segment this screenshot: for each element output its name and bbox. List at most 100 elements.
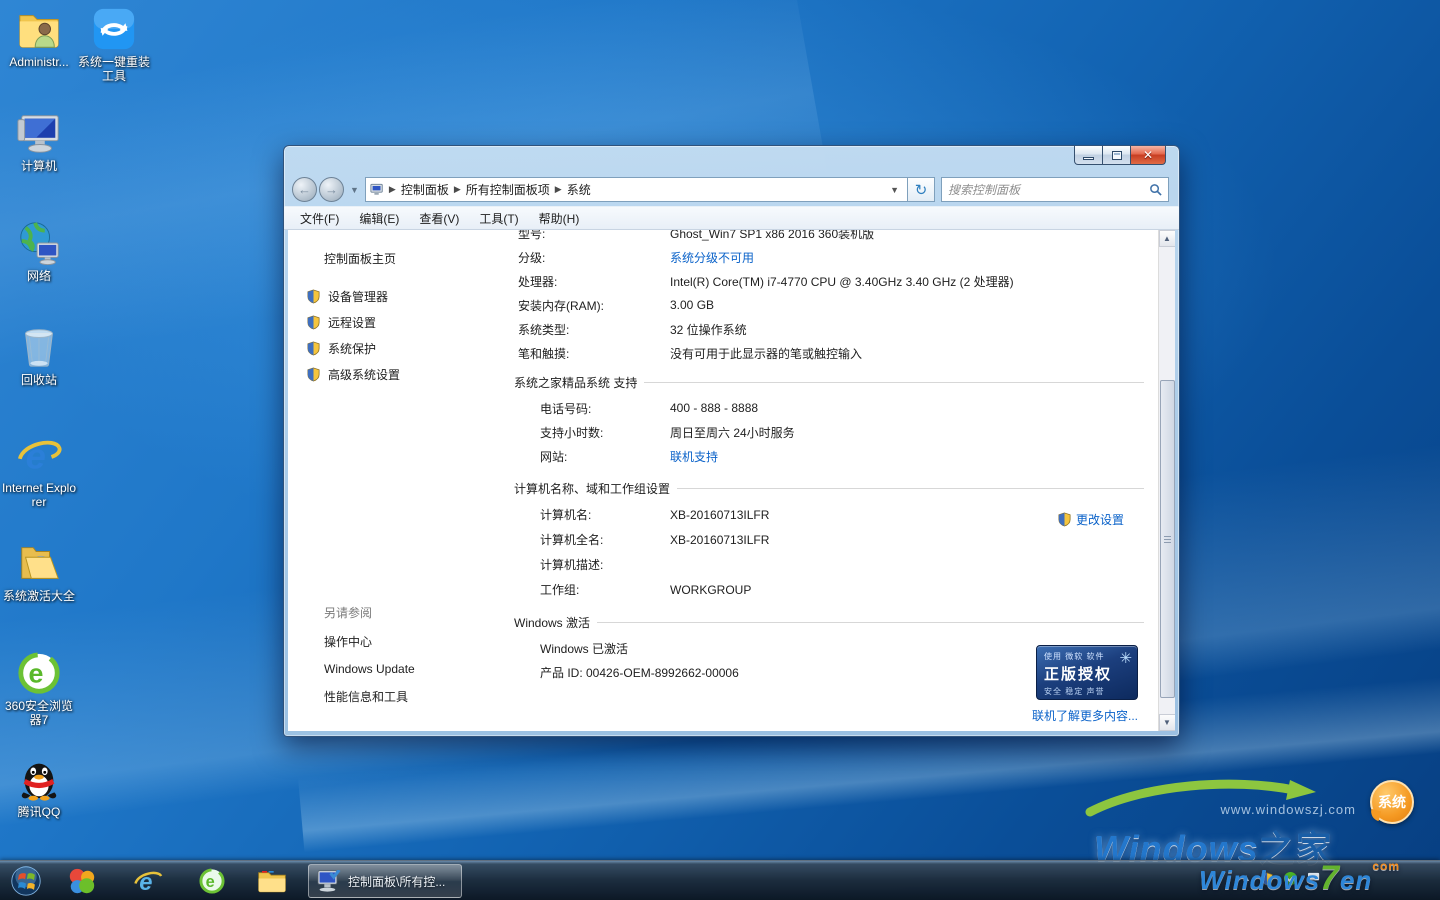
system-info-panel: 型号: Ghost_Win7 SP1 x86 2016 360装机版 分级: 系… xyxy=(494,230,1158,731)
menu-file[interactable]: 文件(F) xyxy=(300,210,339,227)
menu-help[interactable]: 帮助(H) xyxy=(539,210,580,227)
watermark-swoosh xyxy=(1084,776,1334,818)
refresh-button[interactable]: ↻ xyxy=(908,177,935,202)
minimize-button[interactable] xyxy=(1074,146,1103,165)
recycle-bin-icon xyxy=(16,324,62,370)
support-row-website: 网站: 联机支持 xyxy=(518,444,1158,468)
menu-edit[interactable]: 编辑(E) xyxy=(359,210,399,227)
taskbar-360-manager-button[interactable] xyxy=(62,864,102,898)
see-also-header: 另请参阅 xyxy=(324,604,494,621)
change-settings-link[interactable]: 更改设置 xyxy=(1057,511,1124,528)
computer-icon xyxy=(16,110,62,156)
taskbar-360-browser-button[interactable]: e xyxy=(192,864,232,898)
desktop-icon-computer[interactable]: 计算机 xyxy=(0,110,78,173)
breadcrumb-all-items[interactable]: 所有控制面板项 xyxy=(466,181,550,198)
user-folder-icon xyxy=(16,6,62,52)
desktop-icon-internet-explorer[interactable]: e Internet Explorer xyxy=(0,432,78,509)
scroll-down-icon[interactable]: ▼ xyxy=(1159,714,1176,731)
scrollbar-thumb[interactable] xyxy=(1160,380,1175,698)
spec-row-model: 型号: Ghost_Win7 SP1 x86 2016 360装机版 xyxy=(518,230,1158,245)
breadcrumb-separator: ▶ xyxy=(555,184,562,195)
sidebar-item-action-center[interactable]: 操作中心 xyxy=(324,633,494,650)
breadcrumb-system[interactable]: 系统 xyxy=(567,181,591,198)
desktop-icon-qq[interactable]: 腾讯QQ xyxy=(0,756,78,819)
support-row-phone: 电话号码: 400 - 888 - 8888 xyxy=(518,396,1158,420)
system-tray: ▲ xyxy=(1241,871,1322,886)
genuine-software-badge[interactable]: ✳ 使用 微软 软件 正版授权 安全 稳定 声誉 xyxy=(1036,645,1138,700)
desktop-icon-reinstall-tool[interactable]: 系统一键重装工具 xyxy=(76,6,152,83)
minimize-icon xyxy=(1083,157,1094,160)
address-toolbar: ← → ▼ ▶ 控制面板 ▶ 所有控制面板项 ▶ 系统 ▼ ↻ xyxy=(284,173,1179,206)
network-icon xyxy=(16,220,62,266)
address-bar[interactable]: ▶ 控制面板 ▶ 所有控制面板项 ▶ 系统 ▼ xyxy=(365,177,908,202)
menu-tools[interactable]: 工具(T) xyxy=(479,210,518,227)
search-icon[interactable] xyxy=(1149,183,1162,196)
vertical-scrollbar[interactable]: ▲ ▼ xyxy=(1158,230,1175,731)
active-window-title: 控制面板\所有控... xyxy=(348,873,445,890)
maximize-icon xyxy=(1112,151,1122,160)
system-window: ✕ ← → ▼ ▶ 控制面板 ▶ 所有控制面板项 ▶ 系统 ▼ ↻ xyxy=(283,145,1180,737)
windows-start-icon xyxy=(10,865,42,897)
history-dropdown-icon[interactable]: ▼ xyxy=(350,185,359,195)
search-input[interactable] xyxy=(948,183,1149,197)
forward-button[interactable]: → xyxy=(319,177,344,202)
taskbar: e e 控制面 xyxy=(0,860,1440,900)
360-browser-icon: e xyxy=(198,867,226,895)
genuine-star-icon: ✳ xyxy=(1119,649,1132,667)
desktop-icon-label: 系统一键重装工具 xyxy=(76,55,152,83)
activation-section-header: Windows 激活 xyxy=(514,614,1144,631)
watermark-url: www.windowszj.com xyxy=(1221,802,1356,817)
back-button[interactable]: ← xyxy=(292,177,317,202)
taskbar-active-window-button[interactable]: 控制面板\所有控... xyxy=(308,864,462,898)
computer-name-section-header: 计算机名称、域和工作组设置 xyxy=(514,480,1144,497)
desktop-icon-network[interactable]: 网络 xyxy=(0,220,78,283)
taskbar-ie-button[interactable]: e xyxy=(128,864,168,898)
sidebar-item-advanced-settings[interactable]: 高级系统设置 xyxy=(306,367,494,382)
desktop-icon-label: 360安全浏览器7 xyxy=(0,699,78,727)
spec-row-system-type: 系统类型: 32 位操作系统 xyxy=(518,317,1158,341)
scroll-up-icon[interactable]: ▲ xyxy=(1159,230,1176,247)
sidebar-item-system-protection[interactable]: 系统保护 xyxy=(306,341,494,356)
sidebar-item-device-manager[interactable]: 设备管理器 xyxy=(306,289,494,304)
sidebar-item-remote-settings[interactable]: 远程设置 xyxy=(306,315,494,330)
show-hidden-icons-icon[interactable]: ▲ xyxy=(1241,873,1251,884)
taskbar-explorer-button[interactable] xyxy=(252,864,292,898)
desktop-icon-label: 回收站 xyxy=(0,373,78,387)
desktop-icon-label: Administr... xyxy=(0,55,78,69)
reinstall-tool-icon xyxy=(91,6,137,52)
tray-network-icon[interactable] xyxy=(1307,872,1322,885)
breadcrumb-separator: ▶ xyxy=(389,184,396,195)
desktop-icon-360-browser[interactable]: e 360安全浏览器7 xyxy=(0,650,78,727)
svg-text:e: e xyxy=(28,659,43,689)
online-support-link[interactable]: 联机支持 xyxy=(670,448,718,465)
maximize-button[interactable] xyxy=(1103,146,1131,165)
search-box[interactable] xyxy=(941,177,1169,202)
breadcrumb-control-panel[interactable]: 控制面板 xyxy=(401,181,449,198)
menu-view[interactable]: 查看(V) xyxy=(419,210,459,227)
breadcrumb-separator: ▶ xyxy=(454,184,461,195)
internet-explorer-icon: e xyxy=(16,432,62,478)
sidebar-item-windows-update[interactable]: Windows Update xyxy=(324,662,494,676)
open-folder-icon xyxy=(16,540,62,586)
title-bar[interactable]: ✕ xyxy=(284,146,1179,173)
sidebar-item-performance-tools[interactable]: 性能信息和工具 xyxy=(324,688,494,705)
computer-row-description: 计算机描述: xyxy=(518,552,1158,577)
start-button[interactable] xyxy=(6,864,46,898)
sidebar-item-home[interactable]: 控制面板主页 xyxy=(324,250,494,267)
support-row-hours: 支持小时数: 周日至周六 24小时服务 xyxy=(518,420,1158,444)
system-breadcrumb-icon xyxy=(370,183,384,196)
internet-explorer-icon: e xyxy=(132,866,164,896)
desktop-icon-activation-folder[interactable]: 系统激活大全 xyxy=(0,540,78,603)
rating-unavailable-link[interactable]: 系统分级不可用 xyxy=(670,249,754,266)
close-icon: ✕ xyxy=(1143,149,1153,161)
tray-action-center-icon[interactable] xyxy=(1260,872,1274,886)
desktop-icon-administrator[interactable]: Administr... xyxy=(0,6,78,69)
desktop-icon-recycle-bin[interactable]: 回收站 xyxy=(0,324,78,387)
tray-360-safe-icon[interactable] xyxy=(1283,871,1298,886)
desktop-icon-label: 网络 xyxy=(0,269,78,283)
learn-more-link[interactable]: 联机了解更多内容... xyxy=(1032,707,1138,724)
close-button[interactable]: ✕ xyxy=(1131,146,1166,165)
address-dropdown-icon[interactable]: ▼ xyxy=(886,185,903,195)
control-panel-sidebar: 控制面板主页 设备管理器 远程设置 系统保护 高级系统设置 xyxy=(288,230,494,731)
desktop: Administr... 系统一键重装工具 计算机 xyxy=(0,0,1440,900)
